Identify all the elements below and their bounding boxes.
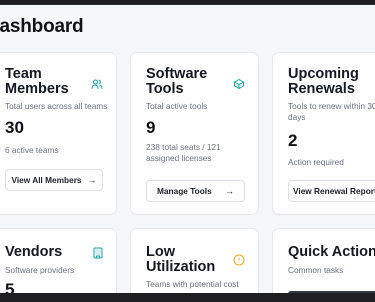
button-label: View All Members (11, 175, 82, 185)
active-teams-text: 6 active teams (5, 145, 59, 155)
card-title: Team Members (5, 66, 69, 97)
card-title: Quick Actions (288, 244, 375, 260)
team-members-count: 30 (5, 118, 24, 137)
button-label: View Renewal Report (293, 186, 375, 196)
card-title: Low Utilization (146, 244, 216, 275)
renewals-count: 2 (288, 131, 298, 150)
card-description: Common tasks (288, 265, 344, 275)
card-description: Total users across all teams (5, 101, 108, 111)
software-tools-card: Software Tools Total active tools 9 238 … (130, 52, 259, 215)
card-title: Upcoming Renewals (288, 66, 359, 97)
button-label: Manage Tools (157, 186, 212, 196)
view-renewal-report-button[interactable]: View Renewal Report (288, 180, 375, 202)
upcoming-renewals-card: Upcoming Renewals Tools to renew within … (272, 52, 375, 215)
box-icon (234, 79, 244, 89)
card-title: Software Tools (146, 66, 208, 97)
vendors-card: Vendors Software providers 5 (0, 228, 117, 294)
action-required-text: Action required (288, 157, 344, 167)
arrow-right-icon: → (225, 186, 234, 196)
dashboard-frame: Dashboard Team Members Total users acros… (0, 4, 375, 294)
team-members-card: Team Members Total users across all team… (0, 52, 117, 215)
card-description: Tools to renew within 30 days (288, 101, 375, 122)
building-icon (93, 247, 103, 259)
page-title: Dashboard (0, 16, 84, 37)
vendors-count: 5 (5, 280, 15, 294)
card-description: Total active tools (146, 101, 208, 111)
low-utilization-card: Low Utilization Teams with potential cos… (130, 228, 259, 294)
software-tools-count: 9 (146, 118, 156, 137)
users-icon (91, 79, 103, 89)
quick-actions-card: Quick Actions Common tasks (272, 228, 375, 294)
card-description: Software providers (5, 265, 75, 275)
manage-tools-button[interactable]: Manage Tools → (146, 180, 245, 202)
bottom-bar (0, 293, 375, 302)
card-title: Vendors (5, 244, 63, 260)
seats-licenses-text: 238 total seats / 121 assigned licenses (146, 142, 221, 163)
alert-circle-icon (233, 254, 245, 266)
view-all-members-button[interactable]: View All Members → (5, 169, 103, 191)
arrow-right-icon: → (87, 175, 97, 185)
card-description: Teams with potential cost (146, 279, 239, 289)
